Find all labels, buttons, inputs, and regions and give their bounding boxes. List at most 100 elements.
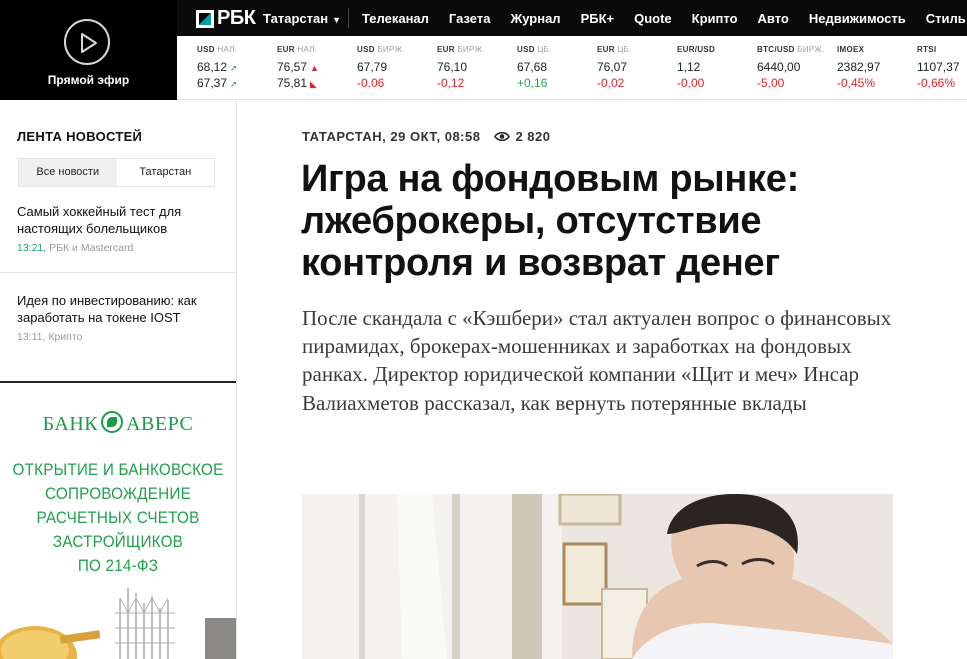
news-feed-sidebar: ЛЕНТА НОВОСТЕЙ Все новости Татарстан Сам…: [0, 100, 237, 659]
ticker-currency: EUR: [597, 45, 615, 54]
play-button[interactable]: [64, 19, 110, 65]
logo-text: РБК: [217, 7, 256, 29]
rbc-logo[interactable]: РБК: [196, 7, 256, 30]
ticker-source: НАЛ.: [217, 45, 238, 54]
arrow-up-icon: ▲: [310, 63, 319, 73]
ticker-value: 76,10: [437, 60, 468, 74]
play-icon: [81, 33, 97, 53]
nav-item-rbc-plus[interactable]: РБК+: [581, 11, 615, 26]
article-photo[interactable]: [302, 494, 893, 659]
page: РБК Татарстан ▼ Телеканал Газета Журнал Р…: [0, 0, 967, 659]
news-item-meta: 13:21, РБК и Mastercard: [17, 242, 222, 254]
news-feed-title: ЛЕНТА НОВОСТЕЙ: [17, 129, 143, 144]
ticker-value: 76,57: [277, 60, 308, 74]
nav-item-newspaper[interactable]: Газета: [449, 11, 491, 26]
ticker-source: НАЛ.: [297, 45, 318, 54]
bank-logo: БАНК АВЕРС: [0, 411, 236, 436]
ticker-currency: EUR: [437, 45, 455, 54]
chevron-down-icon: ▼: [332, 15, 341, 25]
ticker-currency: USD: [197, 45, 215, 54]
ticker-value: 76,07: [597, 60, 628, 74]
ticker-currency: BTC/USD: [757, 45, 795, 54]
ticker-item[interactable]: USD БИРЖ. 67,79 -0,06: [357, 45, 405, 90]
ticker-value: 67,37: [197, 76, 228, 90]
article-meta: ТАТАРСТАН, 29 ОКТ, 08:58 2 820: [302, 129, 551, 144]
ticker-source: ЦБ.: [537, 45, 552, 54]
ticker-currency: EUR: [277, 45, 295, 54]
arrow-up-icon: ➚: [230, 63, 238, 73]
ticker-source: БИРЖ.: [457, 45, 485, 54]
ticker-currency: EUR/USD: [677, 45, 716, 54]
news-item-meta: 13:11, Крипто: [17, 331, 222, 343]
region-label: Татарстан: [263, 11, 329, 26]
region-selector[interactable]: Татарстан ▼: [263, 11, 341, 26]
ticker-value: 2382,97: [837, 60, 881, 74]
ticker-currency: USD: [517, 45, 535, 54]
ticker-item[interactable]: EUR НАЛ. 76,57 ▲ 75,81 ◣: [277, 45, 319, 90]
ticker-change: -0,12: [437, 76, 465, 90]
ad-line: ПО 214-ФЗ: [77, 556, 159, 575]
ticker-source: БИРЖ.: [377, 45, 405, 54]
news-item[interactable]: Самый хоккейный тест для настоящих болел…: [17, 203, 222, 254]
news-item-title[interactable]: Идея по инвестированию: как заработать н…: [17, 292, 222, 326]
ticker-currency: IMOEX: [837, 45, 865, 54]
live-stream-block[interactable]: Прямой эфир: [0, 0, 177, 100]
news-item[interactable]: Идея по инвестированию: как заработать н…: [17, 292, 222, 343]
ticker-item[interactable]: USD ЦБ. 67,68 +0,16: [517, 45, 552, 90]
ticker-change: -5,00: [757, 76, 785, 90]
ticker-change: -0,45%: [837, 76, 876, 90]
ticker-change: -0,66%: [917, 76, 956, 90]
news-item-time: 13:21,: [17, 242, 47, 254]
tab-tatarstan[interactable]: Татарстан: [117, 159, 215, 186]
live-stream-label: Прямой эфир: [47, 73, 130, 87]
tab-all-news[interactable]: Все новости: [19, 159, 117, 186]
ticker-item[interactable]: EUR/USD 1,12 -0,00: [677, 45, 715, 90]
article: ТАТАРСТАН, 29 ОКТ, 08:58 2 820 Игра на ф…: [237, 100, 967, 659]
ticker-item[interactable]: BTC/USD БИРЖ. 6440,00 -5,00: [757, 45, 825, 90]
ad-line: ЗАСТРОЙЩИКОВ: [52, 532, 184, 551]
ticker-value: 68,12: [197, 60, 228, 74]
bank-logo-left: БАНК: [42, 413, 99, 435]
nav-item-crypto[interactable]: Крипто: [692, 11, 738, 26]
currency-ticker: USD НАЛ. 68,12 ➚ 67,37 ➚ EUR НАЛ. 76,57 ▲ 7…: [177, 36, 967, 100]
eye-icon: [494, 131, 511, 142]
ticker-change: -0,02: [597, 76, 625, 90]
view-count: 2 820: [515, 129, 551, 144]
ticker-item[interactable]: RTSI 1107,37 -0,66%: [917, 45, 960, 90]
bank-advertisement[interactable]: БАНК АВЕРС ОТКРЫТИЕ И БАНКОВСКОЕ СОПРОВОЖ…: [0, 383, 236, 659]
nav-item-auto[interactable]: Авто: [758, 11, 789, 26]
news-item-source: Крипто: [48, 331, 83, 343]
news-divider: [0, 272, 236, 273]
nav-item-quote[interactable]: Quote: [634, 11, 672, 26]
news-item-title[interactable]: Самый хоккейный тест для настоящих болел…: [17, 203, 222, 237]
ticker-value: 75,81: [277, 76, 308, 90]
nav-divider: [348, 8, 349, 28]
ad-line: ОТКРЫТИЕ И БАНКОВСКОЕ: [12, 460, 224, 479]
ticker-value: 1,12: [677, 60, 701, 74]
arrow-down-icon: ◣: [310, 79, 317, 89]
ticker-item[interactable]: EUR БИРЖ. 76,10 -0,12: [437, 45, 485, 90]
ticker-change: -0,06: [357, 76, 385, 90]
rbc-logo-icon: [196, 9, 214, 28]
ticker-item[interactable]: IMOEX 2382,97 -0,45%: [837, 45, 880, 90]
main-nav: Телеканал Газета Журнал РБК+ Quote Крипт…: [362, 11, 967, 26]
bank-emblem-icon: [101, 411, 124, 433]
nav-item-style[interactable]: Стиль: [926, 11, 966, 26]
nav-item-realty[interactable]: Недвижимость: [809, 11, 906, 26]
ticker-source: БИРЖ.: [797, 45, 825, 54]
ticker-item[interactable]: EUR ЦБ. 76,07 -0,02: [597, 45, 632, 90]
construction-image: [0, 578, 236, 659]
article-lead: После скандала с «Кэшбери» стал актуален…: [302, 306, 892, 415]
news-feed-tabs: Все новости Татарстан: [18, 158, 215, 187]
ad-line: РАСЧЕТНЫХ СЧЕТОВ: [36, 508, 200, 527]
nav-item-magazine[interactable]: Журнал: [510, 11, 560, 26]
ad-line: СОПРОВОЖДЕНИЕ: [45, 484, 191, 503]
ticker-currency: USD: [357, 45, 375, 54]
ticker-value: 67,68: [517, 60, 548, 74]
ticker-change: -0,00: [677, 76, 705, 90]
ad-text: ОТКРЫТИЕ И БАНКОВСКОЕ СОПРОВОЖДЕНИЕ РАСЧ…: [12, 458, 224, 578]
ticker-source: ЦБ.: [617, 45, 632, 54]
ticker-item[interactable]: USD НАЛ. 68,12 ➚ 67,37 ➚: [197, 45, 238, 90]
nav-item-tv[interactable]: Телеканал: [362, 11, 429, 26]
arrow-up-icon: ➚: [230, 79, 238, 89]
